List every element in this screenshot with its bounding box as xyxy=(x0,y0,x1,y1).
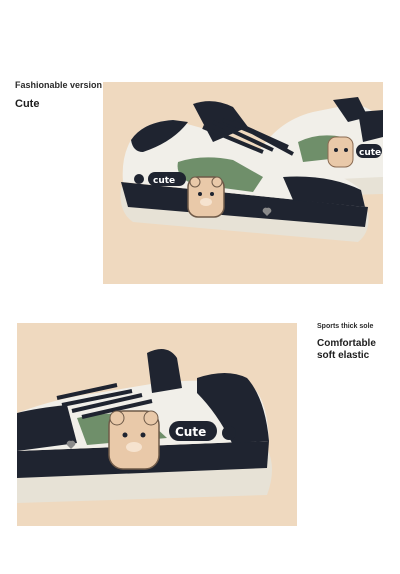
caption-line-2: soft elastic xyxy=(317,350,370,361)
bear-charm-tag xyxy=(108,410,160,470)
product-photo-top: cute cute xyxy=(103,82,383,284)
caption-sports-thick-sole: Sports thick sole xyxy=(317,323,374,330)
sneaker-pair-illustration: cute cute xyxy=(120,97,383,242)
product-photo-bottom: Cute xyxy=(17,323,297,526)
back-shoe-print: cute xyxy=(359,148,381,158)
caption-line-1: Comfortable xyxy=(317,338,376,349)
side-shoe-print: Cute xyxy=(175,425,206,439)
sneaker-side: Cute xyxy=(17,349,272,503)
front-shoe-print: cute xyxy=(153,176,175,186)
bear-charm-tag xyxy=(187,176,225,218)
caption-fashionable-version: Fashionable version xyxy=(15,80,103,90)
paw-icon xyxy=(222,426,236,440)
caption-cute: Cute xyxy=(15,98,40,110)
sneaker-side-illustration: Cute xyxy=(17,349,272,503)
caption-comfortable-soft-elastic: Comfortable soft elastic xyxy=(317,338,376,362)
